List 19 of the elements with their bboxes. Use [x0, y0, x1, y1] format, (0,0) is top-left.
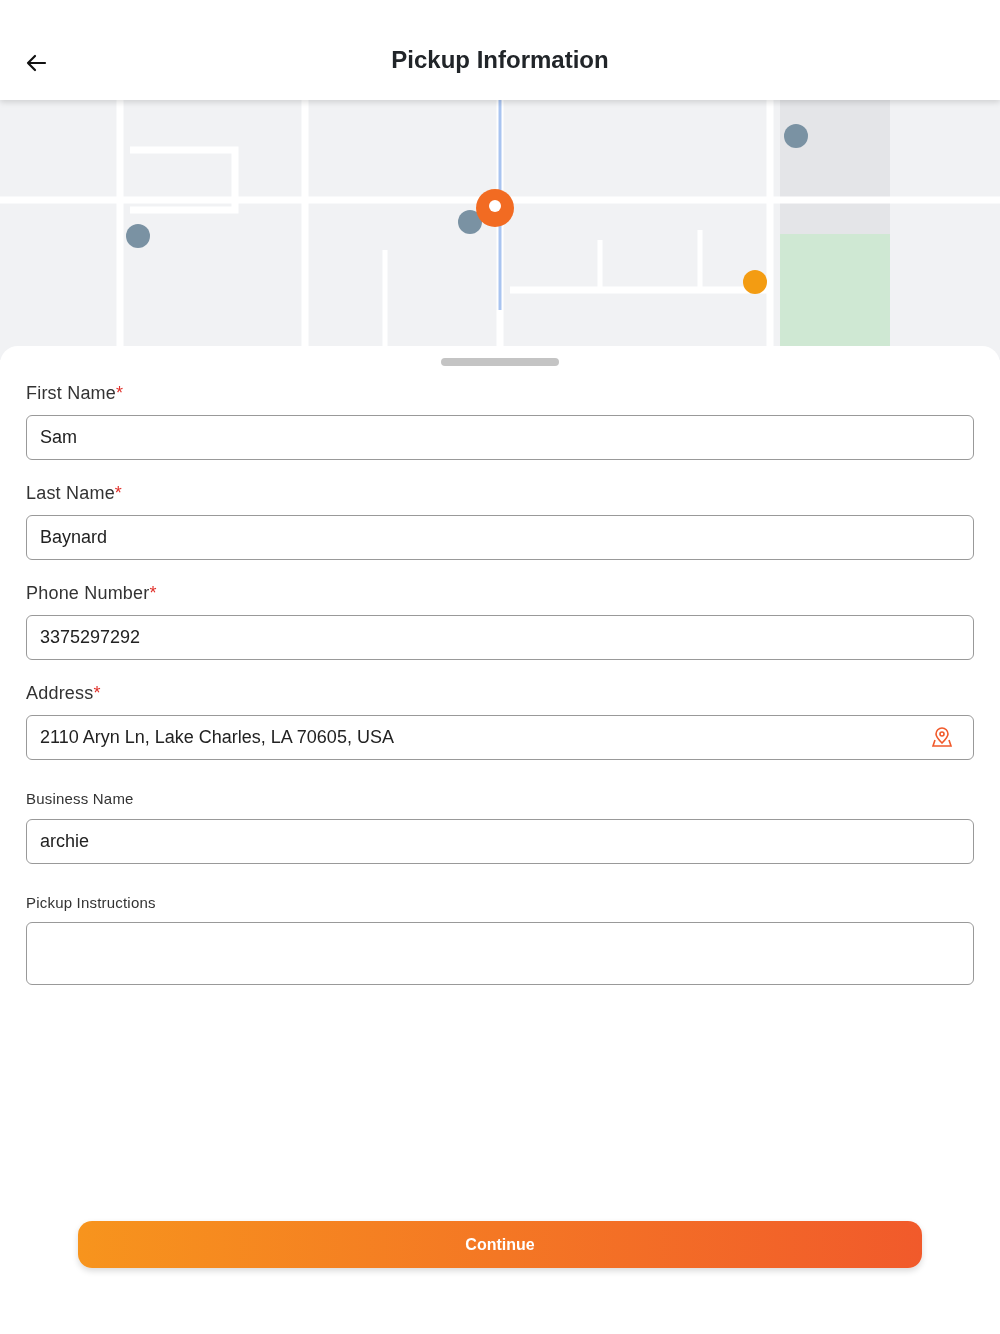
field-label: Pickup Instructions — [26, 893, 156, 911]
input-field[interactable]: Sam — [26, 415, 974, 460]
location-pin-icon[interactable] — [930, 725, 954, 749]
required-mark: * — [114, 483, 123, 503]
required-mark: * — [149, 583, 157, 603]
page-title: Pickup Information — [391, 46, 609, 75]
drag-handle[interactable] — [441, 358, 559, 366]
field-label: Address — [26, 683, 94, 703]
field-label: Phone Number — [26, 583, 150, 603]
input-field[interactable]: 2110 Aryn Ln, Lake Charles, LA 70605, USA — [26, 715, 974, 760]
field-label: Last Name — [26, 483, 115, 503]
field-label: Business Name — [26, 790, 134, 807]
required-mark: * — [116, 383, 124, 403]
input-field[interactable]: 3375297292 — [26, 615, 974, 660]
text-area[interactable] — [26, 922, 974, 985]
input-field[interactable]: archie — [26, 818, 974, 864]
input-field[interactable]: Baynard — [26, 515, 974, 560]
field-label: First Name — [26, 383, 116, 403]
required-mark: * — [93, 683, 101, 703]
